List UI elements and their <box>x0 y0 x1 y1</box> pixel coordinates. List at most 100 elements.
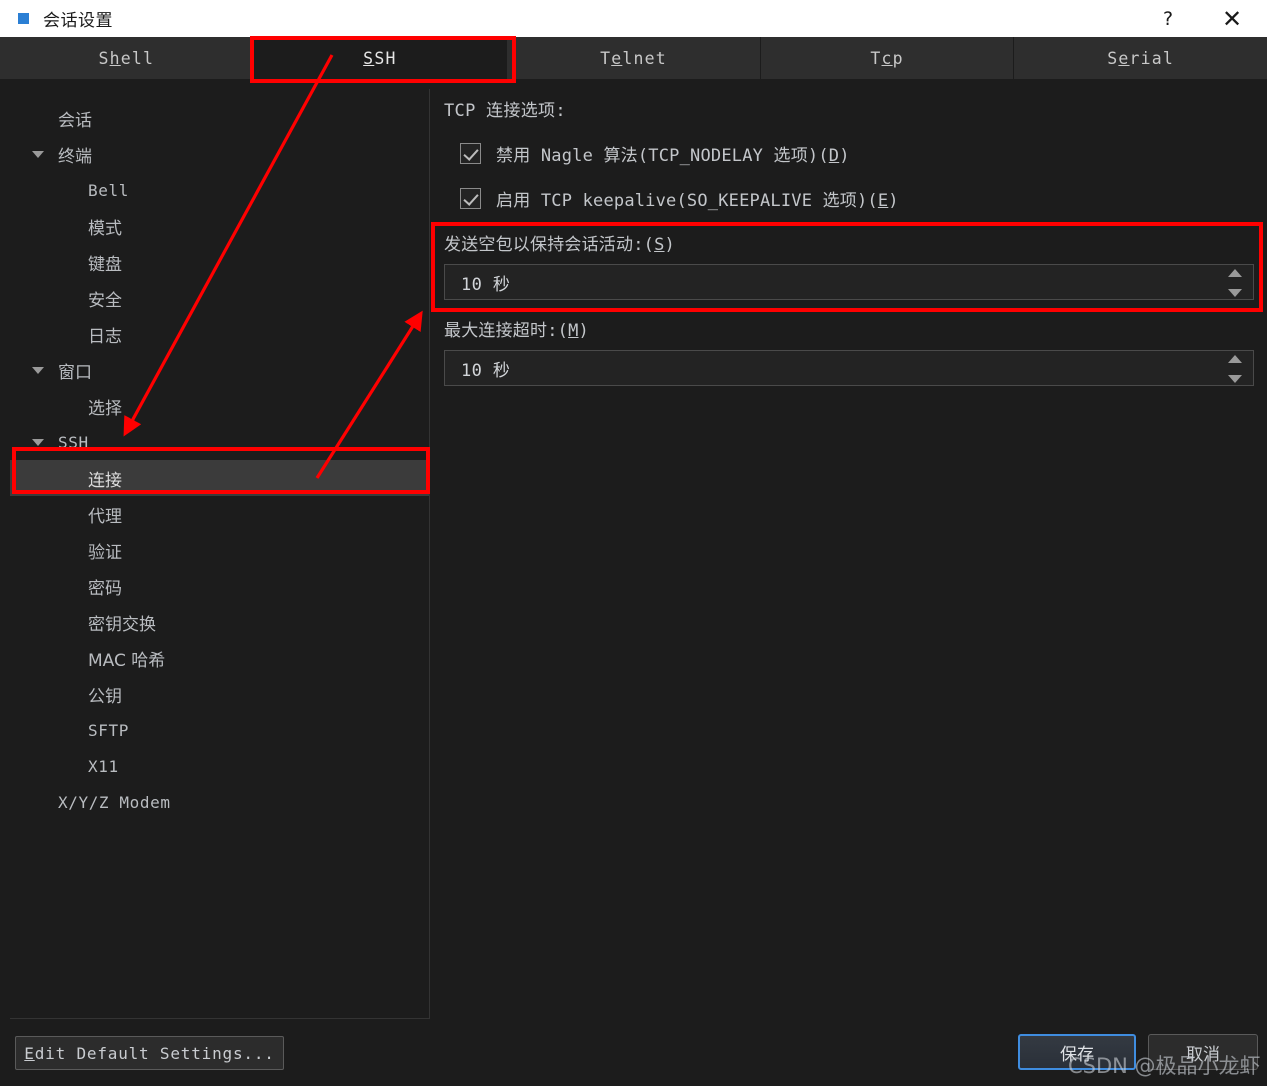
label-text-after: ) <box>839 145 850 166</box>
spinner-up-icon[interactable] <box>1228 355 1242 363</box>
label-keepalive-interval: 发送空包以保持会话活动:(S) <box>444 230 1254 255</box>
sidebar-item-label: 安全 <box>88 290 122 311</box>
label-text-before: 发送空包以保持会话活动:( <box>444 235 655 255</box>
sidebar-item[interactable]: 密钥交换 <box>10 604 429 640</box>
sidebar-item[interactable]: 代理 <box>10 496 429 532</box>
label-text-before: 最大连接超时:( <box>444 321 569 341</box>
help-icon[interactable]: ? <box>1145 0 1191 37</box>
checkbox-label-so-keepalive: 启用 TCP keepalive(SO_KEEPALIVE 选项)(E) <box>496 186 899 211</box>
sidebar-item[interactable]: 键盘 <box>10 244 429 280</box>
sidebar-item-label: Bell <box>88 180 129 200</box>
sidebar-item[interactable]: SFTP <box>10 712 429 748</box>
label-text-before: 禁用 Nagle 算法(TCP_NODELAY 选项)( <box>496 145 829 166</box>
sidebar-item-label: 会话 <box>58 110 92 131</box>
tab-label-pre: T <box>870 48 882 68</box>
spinner-max-connect-timeout[interactable]: 10 秒 <box>444 350 1254 386</box>
sidebar-item-label: 密钥交换 <box>88 614 156 635</box>
spinner-down-icon[interactable] <box>1228 375 1242 383</box>
spinner-keepalive-interval[interactable]: 10 秒 <box>444 264 1254 300</box>
accelerator-key: e <box>611 48 623 68</box>
tab-ssh[interactable]: S SH <box>253 37 508 79</box>
tab-label-post: lnet <box>622 48 667 68</box>
chevron-down-icon[interactable] <box>32 151 44 158</box>
spinner-up-icon[interactable] <box>1228 269 1242 277</box>
title-bar: 会话设置 ? ✕ <box>0 0 1267 37</box>
tab-bar: Sh ell S SH Te lnet Tc p Se rial <box>0 37 1267 79</box>
sidebar-item-label: 日志 <box>88 326 122 347</box>
checkbox-tcp-nodelay[interactable] <box>460 142 481 164</box>
settings-category-sidebar: 会话终端 Bell 模式键盘安全日志窗口选择 SSH 连接代理验证密码密钥交换 MAC 哈… <box>10 89 430 1019</box>
spinner-buttons <box>1227 269 1243 297</box>
sidebar-item[interactable]: 会话 <box>10 100 429 136</box>
sidebar-item[interactable]: 终端 <box>10 136 429 172</box>
sidebar-item-label: 键盘 <box>88 254 122 275</box>
accelerator-key: E <box>24 1043 35 1063</box>
spinner-value: 10 秒 <box>461 360 511 381</box>
field-group-max-connect-timeout: 最大连接超时:(M) 10 秒 <box>444 316 1254 386</box>
sidebar-item[interactable]: 模式 <box>10 208 429 244</box>
sidebar-item-label: 窗口 <box>58 362 92 383</box>
close-icon[interactable]: ✕ <box>1209 0 1255 37</box>
accelerator-key: e <box>1118 48 1130 68</box>
sidebar-item-label: 选择 <box>88 398 122 419</box>
sidebar-item[interactable]: X/Y/Z Modem <box>10 784 429 820</box>
settings-tree: 会话终端 Bell 模式键盘安全日志窗口选择 SSH 连接代理验证密码密钥交换 MAC 哈… <box>10 89 429 820</box>
chevron-down-icon[interactable] <box>32 367 44 374</box>
content-area: 会话终端 Bell 模式键盘安全日志窗口选择 SSH 连接代理验证密码密钥交换 MAC 哈… <box>0 79 1267 1019</box>
checkbox-row-keepalive[interactable]: 启用 TCP keepalive(SO_KEEPALIVE 选项)(E) <box>460 182 1254 214</box>
field-group-keepalive-interval: 发送空包以保持会话活动:(S) 10 秒 <box>444 230 1254 300</box>
sidebar-item-label: 连接 <box>88 470 122 491</box>
checkbox-so-keepalive[interactable] <box>460 187 481 209</box>
cancel-button[interactable]: 取消 <box>1148 1034 1258 1070</box>
label-text-after: ) <box>578 321 589 341</box>
sidebar-item-label: X11 <box>88 756 119 776</box>
sidebar-item-label: 代理 <box>88 506 122 527</box>
accelerator-key: S <box>654 235 665 255</box>
sidebar-item[interactable]: MAC 哈希 <box>10 640 429 676</box>
sidebar-item[interactable]: 密码 <box>10 568 429 604</box>
sidebar-item[interactable]: X11 <box>10 748 429 784</box>
sidebar-item[interactable]: SSH <box>10 424 429 460</box>
sidebar-item[interactable]: 连接 <box>10 460 429 496</box>
app-square-icon <box>18 13 29 24</box>
sidebar-item[interactable]: 日志 <box>10 316 429 352</box>
label-text-before: 启用 TCP keepalive(SO_KEEPALIVE 选项)( <box>496 190 878 211</box>
tab-shell[interactable]: Sh ell <box>0 37 254 79</box>
sidebar-item-label: X/Y/Z Modem <box>58 792 171 812</box>
label-text-after: ) <box>888 190 899 211</box>
tab-serial[interactable]: Se rial <box>1014 37 1267 79</box>
tab-label-post: ell <box>120 48 155 68</box>
sidebar-item-label: 公钥 <box>88 686 122 707</box>
chevron-down-icon[interactable] <box>32 439 44 446</box>
accelerator-key: D <box>828 145 840 166</box>
checkbox-label-tcp-nodelay: 禁用 Nagle 算法(TCP_NODELAY 选项)(D) <box>496 141 850 166</box>
label-text-after: ) <box>664 235 675 255</box>
section-title: TCP 连接选项: <box>444 101 566 121</box>
spinner-down-icon[interactable] <box>1228 289 1242 297</box>
sidebar-item[interactable]: 选择 <box>10 388 429 424</box>
accelerator-key: S <box>363 48 375 68</box>
tab-tcp[interactable]: Tcp <box>760 37 1015 79</box>
sidebar-item-label: 密码 <box>88 578 122 599</box>
sidebar-item[interactable]: 公钥 <box>10 676 429 712</box>
sidebar-item[interactable]: Bell <box>10 172 429 208</box>
spinner-buttons <box>1227 355 1243 383</box>
edit-default-settings-button[interactable]: Edit Default Settings... <box>15 1036 284 1070</box>
sidebar-item-label: 验证 <box>88 542 122 563</box>
sidebar-item[interactable]: 验证 <box>10 532 429 568</box>
button-label-rest: dit Default Settings... <box>34 1043 275 1063</box>
sidebar-item[interactable]: 安全 <box>10 280 429 316</box>
accelerator-key: h <box>109 48 121 68</box>
sidebar-item[interactable]: 窗口 <box>10 352 429 388</box>
accelerator-key: E <box>877 190 889 211</box>
sidebar-item-label: 模式 <box>88 218 122 239</box>
sidebar-item-label: SSH <box>58 432 89 452</box>
sidebar-item-label: MAC 哈希 <box>88 650 166 671</box>
tab-label-post: rial <box>1129 48 1175 68</box>
tab-label-pre: S <box>98 48 110 68</box>
tab-telnet[interactable]: Te lnet <box>507 37 761 79</box>
checkbox-row-nagle[interactable]: 禁用 Nagle 算法(TCP_NODELAY 选项)(D) <box>460 137 1254 169</box>
save-button[interactable]: 保存 <box>1018 1034 1136 1070</box>
accelerator-key: c <box>881 48 893 68</box>
accelerator-key: M <box>568 321 579 341</box>
